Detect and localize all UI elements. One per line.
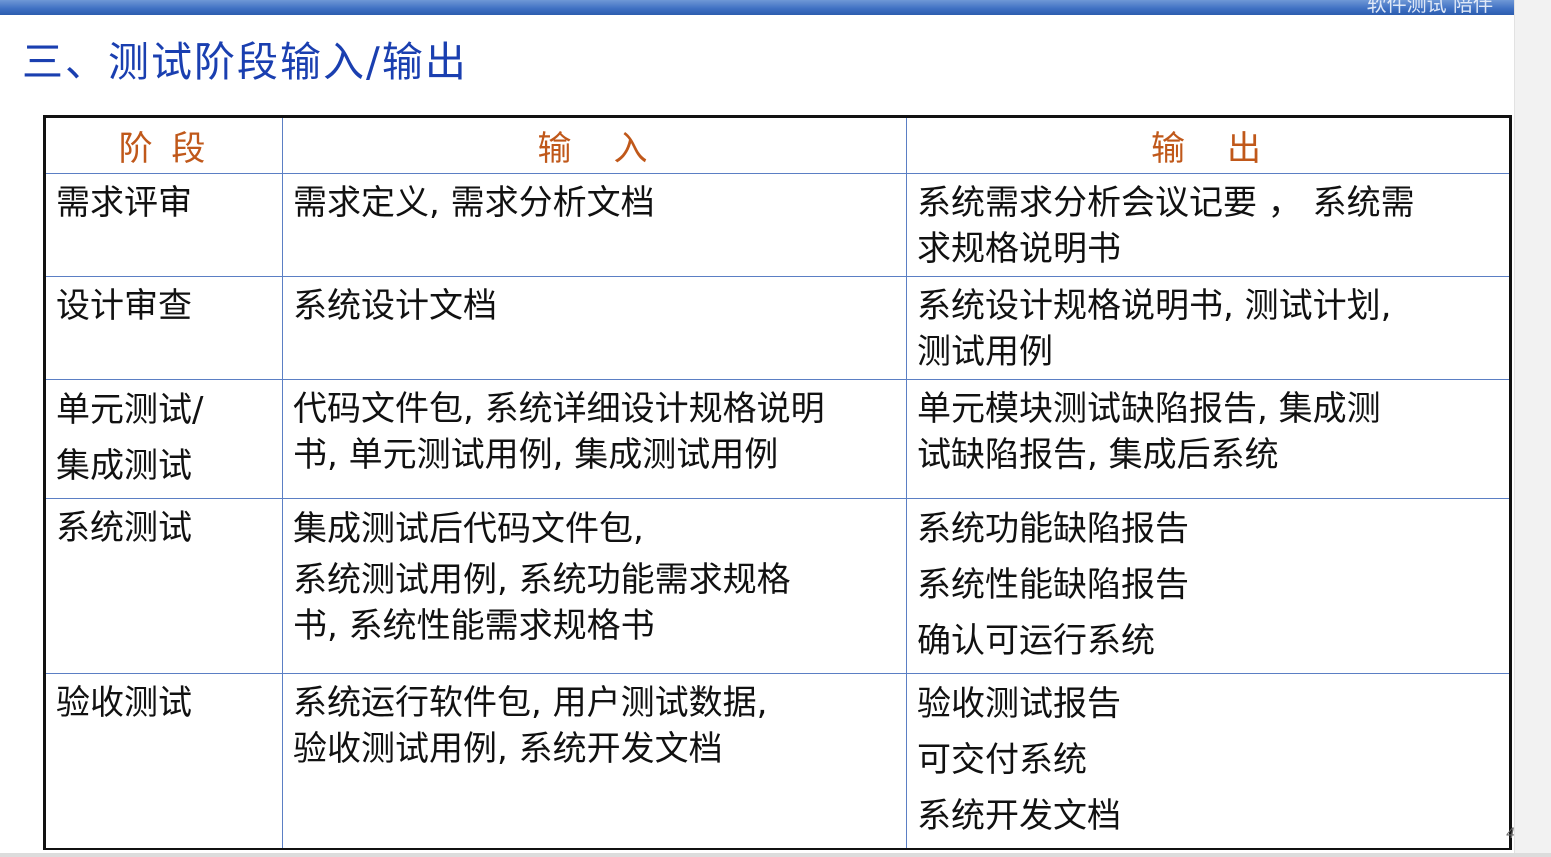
output-cell: 系统需求分析会议记要 ， 系统需 求规格说明书 <box>906 173 1511 277</box>
cell-line: 可交付系统 <box>917 740 1087 780</box>
cell-line: 确认可运行系统 <box>917 621 1155 661</box>
top-banner: 软件测试 陪伴 <box>0 0 1551 15</box>
cell-line: 验收测试用例, 系统开发文档 <box>293 729 723 769</box>
cell-line: 系统测试用例, 系统功能需求规格 <box>293 560 791 600</box>
input-cell: 系统设计文档 <box>282 276 907 380</box>
cell-line: 测试用例 <box>917 332 1053 372</box>
table-row: 单元测试/ 集成测试 代码文件包, 系统详细设计规格说明 书, 单元测试用例, … <box>44 379 1511 499</box>
table-row: 设计审查 系统设计文档 系统设计规格说明书, 测试计划, 测试用例 <box>44 276 1511 380</box>
cell-line: 集成测试后代码文件包, <box>293 509 644 549</box>
cell-line: 书, 单元测试用例, 集成测试用例 <box>293 435 779 475</box>
cell-line: 系统需求分析会议记要 ， 系统需 <box>917 183 1415 223</box>
output-cell: 验收测试报告 可交付系统 系统开发文档 <box>906 673 1511 850</box>
stage-cell: 系统测试 <box>44 498 283 674</box>
table-row: 需求评审 需求定义, 需求分析文档 系统需求分析会议记要 ， 系统需 求规格说明… <box>44 173 1511 277</box>
stage-cell: 单元测试/ 集成测试 <box>44 379 283 499</box>
header-input: 输 入 <box>282 116 907 174</box>
header-stage: 阶 段 <box>44 116 283 174</box>
input-cell: 需求定义, 需求分析文档 <box>282 173 907 277</box>
table-row: 系统测试 集成测试后代码文件包, 系统测试用例, 系统功能需求规格 书, 系统性… <box>44 498 1511 674</box>
input-cell: 系统运行软件包, 用户测试数据, 验收测试用例, 系统开发文档 <box>282 673 907 850</box>
cell-line: 验收测试 <box>56 683 192 723</box>
cell-line: 系统功能缺陷报告 <box>917 509 1189 549</box>
page-number: 4 <box>1506 826 1515 842</box>
cell-line: 系统测试 <box>56 508 192 548</box>
cell-line: 单元测试/ <box>56 390 204 430</box>
cell-line: 系统设计文档 <box>293 286 497 326</box>
cell-line: 集成测试 <box>56 446 192 486</box>
cell-line: 系统开发文档 <box>917 796 1121 836</box>
input-cell: 集成测试后代码文件包, 系统测试用例, 系统功能需求规格 书, 系统性能需求规格… <box>282 498 907 674</box>
banner-text: 软件测试 陪伴 <box>1366 0 1493 15</box>
cell-line: 需求定义, 需求分析文档 <box>293 183 655 223</box>
cell-line: 单元模块测试缺陷报告, 集成测 <box>917 389 1381 429</box>
table-header-row: 阶 段 输 入 输 出 <box>44 116 1511 174</box>
stage-io-table: 阶 段 输 入 输 出 需求评审 需求定义, 需求分析文档 系统需求分析会议记要… <box>43 115 1512 850</box>
cell-line: 书, 系统性能需求规格书 <box>293 606 655 646</box>
cell-line: 代码文件包, 系统详细设计规格说明 <box>293 389 825 429</box>
bottom-margin-strip <box>0 853 1551 857</box>
cell-line: 系统设计规格说明书, 测试计划, <box>917 286 1392 326</box>
cell-line: 验收测试报告 <box>917 684 1121 724</box>
cell-line: 系统性能缺陷报告 <box>917 565 1189 605</box>
stage-cell: 验收测试 <box>44 673 283 850</box>
page-title: 三、测试阶段输入/输出 <box>22 38 468 86</box>
table-row: 验收测试 系统运行软件包, 用户测试数据, 验收测试用例, 系统开发文档 验收测… <box>44 673 1511 850</box>
cell-line: 求规格说明书 <box>917 229 1121 269</box>
stage-cell: 需求评审 <box>44 173 283 277</box>
output-cell: 系统设计规格说明书, 测试计划, 测试用例 <box>906 276 1511 380</box>
input-cell: 代码文件包, 系统详细设计规格说明 书, 单元测试用例, 集成测试用例 <box>282 379 907 499</box>
cell-line: 设计审查 <box>56 286 192 326</box>
output-cell: 系统功能缺陷报告 系统性能缺陷报告 确认可运行系统 <box>906 498 1511 674</box>
right-margin-strip <box>1514 0 1551 857</box>
output-cell: 单元模块测试缺陷报告, 集成测 试缺陷报告, 集成后系统 <box>906 379 1511 499</box>
cell-line: 试缺陷报告, 集成后系统 <box>917 435 1279 475</box>
header-output: 输 出 <box>906 116 1511 174</box>
cell-line: 需求评审 <box>56 183 192 223</box>
stage-cell: 设计审查 <box>44 276 283 380</box>
cell-line: 系统运行软件包, 用户测试数据, <box>293 683 768 723</box>
